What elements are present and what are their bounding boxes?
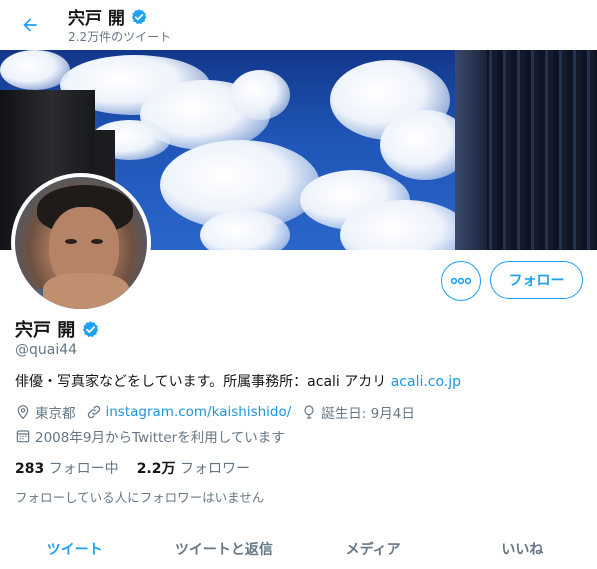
birthday-icon: [301, 404, 317, 420]
tab-likes[interactable]: いいね: [448, 528, 597, 569]
joined-row: 2008年9月からTwitterを利用しています: [15, 426, 285, 446]
banner-cloud: [230, 70, 290, 120]
calendar-icon: [15, 428, 31, 444]
back-arrow-icon: [23, 18, 37, 32]
banner-cloud: [0, 50, 70, 90]
followers-count: 2.2万: [136, 461, 176, 477]
follow-stats: 283 フォロー中 2.2万 フォロワー: [15, 458, 250, 478]
more-options-button[interactable]: [441, 261, 481, 301]
followers-stat[interactable]: 2.2万 フォロワー: [137, 458, 250, 478]
profile-handle: @quai44: [15, 342, 78, 358]
location-icon: [15, 404, 31, 420]
website-link[interactable]: instagram.com/kaishishido/: [106, 404, 292, 420]
bio-link[interactable]: acali.co.jp: [391, 374, 461, 390]
banner-building-right-face: [455, 50, 487, 250]
following-stat[interactable]: 283 フォロー中: [15, 458, 119, 478]
profile-bio: 俳優・写真家などをしています。所属事務所：acali アカリ acali.co.…: [15, 371, 461, 391]
location-text: 東京都: [35, 406, 76, 422]
tab-tweets[interactable]: ツイート: [0, 528, 149, 569]
back-button[interactable]: [14, 9, 46, 41]
header-title: 宍戸 開: [68, 4, 148, 29]
bio-text: 俳優・写真家などをしています。所属事務所：acali アカリ: [15, 374, 387, 390]
verified-badge-icon: [83, 320, 99, 337]
profile-name-row: 宍戸 開: [15, 316, 100, 342]
tweet-count: 2.2万件のツイート: [68, 30, 172, 44]
avatar-hand: [43, 273, 129, 309]
follow-button[interactable]: フォロー: [490, 261, 583, 299]
birthday-text: 誕生日: 9月4日: [321, 406, 415, 422]
avatar-eye: [91, 239, 103, 244]
more-icon: [450, 277, 472, 285]
profile-tabs: ツイート ツイートと返信 メディア いいね: [0, 528, 597, 569]
following-count: 283: [15, 461, 45, 477]
link-icon: [86, 404, 102, 420]
profile-meta-row: 東京都 instagram.com/kaishishido/ 誕生日: 9月4日: [15, 402, 415, 422]
avatar[interactable]: [11, 173, 151, 313]
tab-tweets-and-replies[interactable]: ツイートと返信: [149, 528, 298, 569]
followers-you-know-note: フォローしている人にフォロワーはいません: [15, 490, 265, 505]
following-label: フォロー中: [48, 461, 119, 477]
top-bar: 宍戸 開 2.2万件のツイート: [0, 0, 597, 50]
profile-name: 宍戸 開: [15, 320, 76, 341]
followers-label: フォロワー: [179, 461, 250, 477]
verified-badge-icon: [131, 8, 147, 24]
tab-media[interactable]: メディア: [299, 528, 448, 569]
avatar-eye: [65, 239, 77, 244]
joined-text: 2008年9月からTwitterを利用しています: [35, 430, 285, 446]
header-name: 宍戸 開: [68, 9, 125, 29]
